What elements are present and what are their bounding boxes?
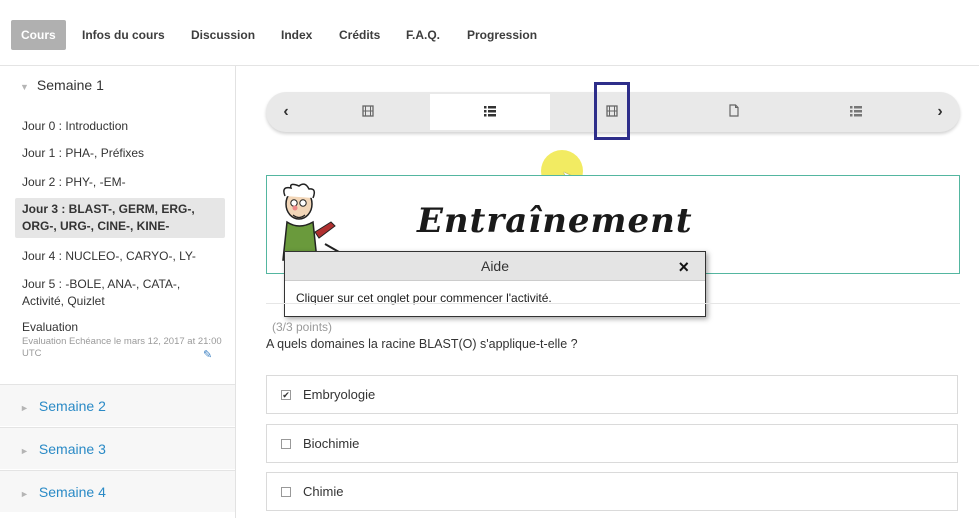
choice-embryologie[interactable]: ✔ Embryologie (266, 375, 958, 414)
week-label: Semaine 2 (38, 398, 106, 414)
chevron-right-icon: ► (20, 446, 29, 456)
divider (266, 303, 960, 304)
tooltip-header: Aide × (285, 252, 705, 281)
checkbox-checked[interactable]: ✔ (281, 390, 291, 400)
tab-index[interactable]: Index (281, 28, 312, 42)
choice-label: Chimie (303, 484, 344, 499)
sidebar-item-jour-3[interactable]: Jour 3 : BLAST-, GERM, ERG-, ORG-, URG-,… (15, 198, 225, 238)
tab-infos-du-cours[interactable]: Infos du cours (82, 28, 165, 42)
tooltip-title: Aide (480, 258, 510, 274)
chevron-right-icon: ► (20, 489, 29, 499)
tab-progression[interactable]: Progression (467, 28, 537, 42)
tab-credits[interactable]: Crédits (339, 28, 380, 42)
previous-button[interactable]: ‹ (268, 92, 304, 132)
evaluation-due-date: Evaluation Echéance le mars 12, 2017 at … (22, 336, 222, 359)
choice-label: Embryologie (303, 387, 376, 402)
list-icon (796, 104, 916, 122)
sidebar-item-jour-1[interactable]: Jour 1 : PHA-, Préfixes (22, 145, 222, 162)
checkbox[interactable] (281, 487, 291, 497)
help-tooltip: Aide × Cliquer sur cet onglet pour comme… (284, 251, 706, 317)
edit-icon: ✎ (203, 349, 213, 361)
highlight-frame (594, 82, 630, 140)
list-icon (430, 104, 550, 122)
week-label: Semaine 3 (38, 441, 106, 457)
week-label: Semaine 4 (38, 484, 106, 500)
sequence-tab-2[interactable] (430, 94, 550, 130)
week-4-header[interactable]: ► Semaine 4 (0, 470, 235, 512)
week-2-header[interactable]: ► Semaine 2 (0, 384, 235, 426)
choice-biochimie[interactable]: Biochimie (266, 424, 958, 463)
sequence-tab-1[interactable] (308, 94, 428, 130)
sidebar-item-evaluation[interactable]: Evaluation (22, 320, 78, 334)
choice-label: Biochimie (303, 436, 360, 451)
sidebar-item-jour-4[interactable]: Jour 4 : NUCLEO-, CARYO-, LY- (22, 248, 222, 265)
choice-chimie[interactable]: Chimie (266, 472, 958, 511)
sidebar-item-jour-5[interactable]: Jour 5 : -BOLE, ANA-, CATA-, Activité, Q… (22, 276, 222, 310)
close-icon[interactable]: × (678, 252, 689, 283)
next-button[interactable]: › (922, 92, 958, 132)
activity-title: Entraînement (417, 201, 693, 241)
sidebar-item-jour-2[interactable]: Jour 2 : PHY-, -EM- (22, 174, 222, 191)
problem-points: (3/3 points) (272, 320, 333, 334)
week-1-header[interactable]: ▼ Semaine 1 (20, 77, 104, 93)
tooltip-message: Cliquer sur cet onglet pour commencer l'… (296, 291, 552, 305)
tab-discussion[interactable]: Discussion (191, 28, 255, 42)
checkbox[interactable] (281, 439, 291, 449)
course-tabs: Cours Infos du cours Discussion Index Cr… (0, 0, 979, 66)
sequence-tab-4[interactable] (674, 94, 794, 130)
tab-faq[interactable]: F.A.Q. (406, 28, 440, 42)
question-text: A quels domaines la racine BLAST(O) s'ap… (266, 337, 578, 351)
video-icon (308, 104, 428, 122)
tab-cours[interactable]: Cours (11, 20, 66, 50)
document-icon (674, 104, 794, 122)
course-sidebar: ▼ Semaine 1 Jour 0 : Introduction Jour 1 … (0, 66, 236, 518)
sequence-tab-5[interactable] (796, 94, 916, 130)
week-label: Semaine 1 (36, 77, 104, 93)
chevron-right-icon: ► (20, 403, 29, 413)
sidebar-item-jour-0[interactable]: Jour 0 : Introduction (22, 118, 222, 135)
chevron-down-icon: ▼ (20, 82, 29, 92)
week-3-header[interactable]: ► Semaine 3 (0, 427, 235, 469)
